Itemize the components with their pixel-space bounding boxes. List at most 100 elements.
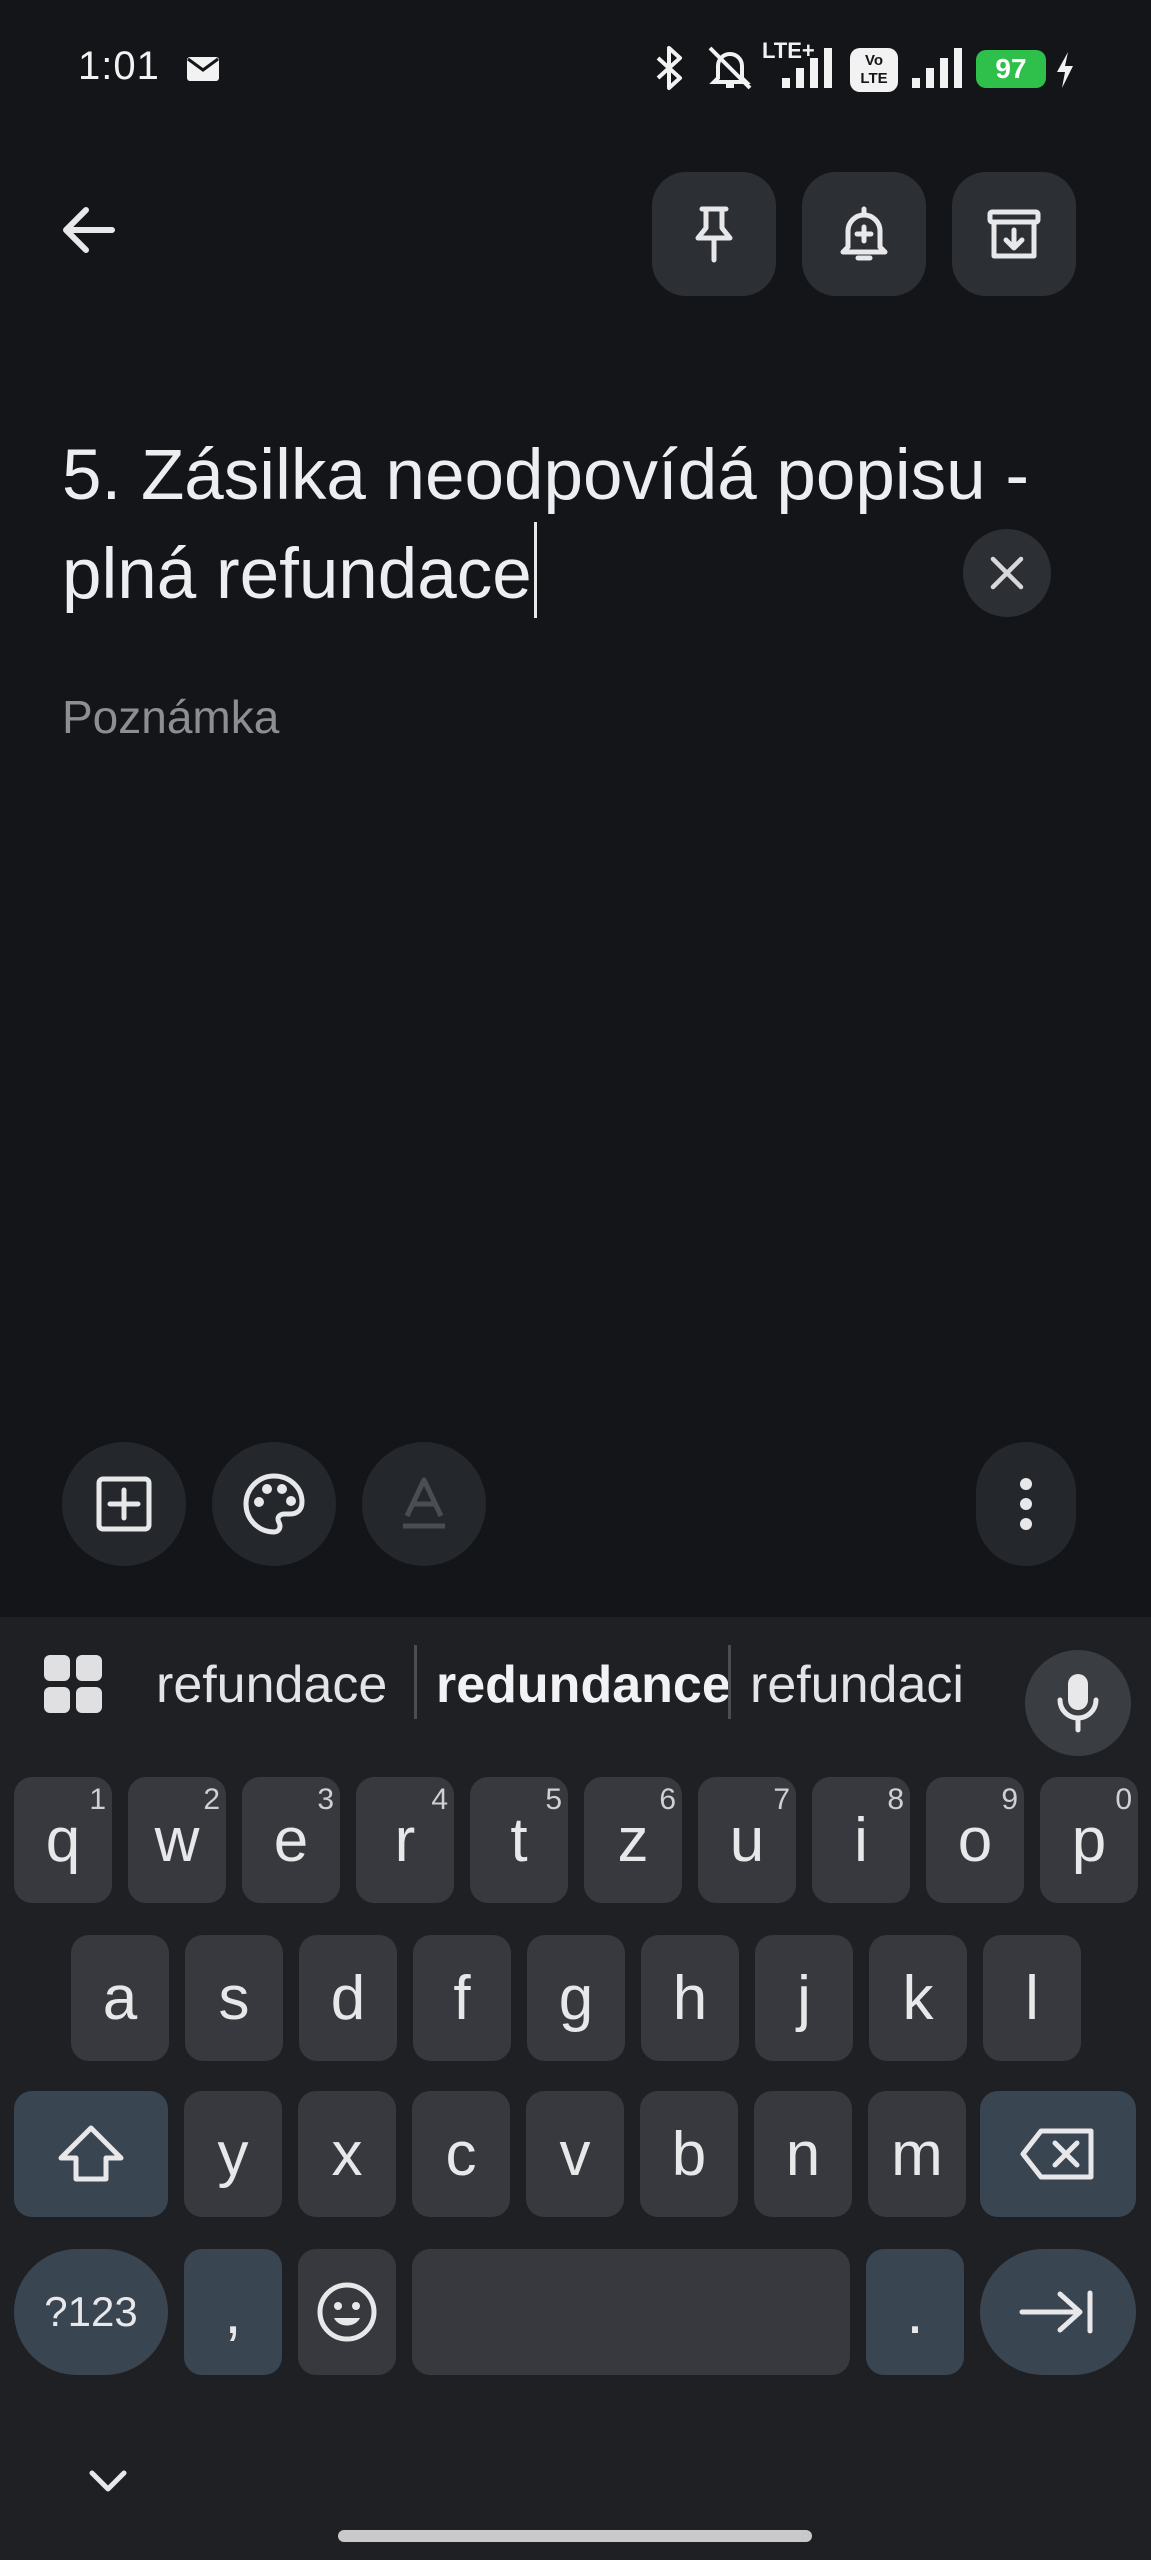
key-h[interactable]: h: [641, 1935, 739, 2061]
space-key[interactable]: [412, 2249, 850, 2375]
suggestion-divider: [728, 1645, 731, 1719]
suggestion-3[interactable]: refundaci: [750, 1655, 964, 1715]
key-number-hint: 9: [1001, 1783, 1018, 1816]
status-bar: 1:01 LTE+ Vo LTE 97: [0, 0, 1151, 140]
text-cursor: [533, 522, 537, 618]
key-k[interactable]: k: [869, 1935, 967, 2061]
key-v[interactable]: v: [526, 2091, 624, 2217]
key-o[interactable]: o9: [926, 1777, 1024, 1903]
key-number-hint: 1: [89, 1783, 106, 1816]
add-box-icon: [96, 1476, 152, 1532]
key-number-hint: 2: [203, 1783, 220, 1816]
key-j[interactable]: j: [755, 1935, 853, 2061]
more-options-button[interactable]: [976, 1442, 1076, 1566]
key-b[interactable]: b: [640, 2091, 738, 2217]
key-m[interactable]: m: [868, 2091, 966, 2217]
pin-icon: [695, 206, 733, 263]
key-label: p: [1071, 1805, 1107, 1875]
key-a[interactable]: a: [71, 1935, 169, 2061]
suggestion-bar: refundace redundance refundaci: [0, 1617, 1151, 1757]
close-icon: [990, 556, 1024, 590]
key-number-hint: 5: [545, 1783, 562, 1816]
key-g[interactable]: g: [527, 1935, 625, 2061]
suggestion-1[interactable]: refundace: [156, 1655, 387, 1715]
silent-icon: [708, 46, 752, 90]
reminder-icon: [840, 206, 888, 261]
key-label: i: [854, 1805, 868, 1875]
period-key[interactable]: .: [866, 2249, 964, 2375]
reminder-button[interactable]: [802, 172, 926, 296]
emoji-key[interactable]: [298, 2249, 396, 2375]
key-f[interactable]: f: [413, 1935, 511, 2061]
status-time: 1:01: [78, 44, 160, 88]
note-title-input[interactable]: 5. Zásilka neodpovídá popisu - plná refu…: [62, 430, 1102, 621]
text-format-button[interactable]: [362, 1442, 486, 1566]
key-label: z: [617, 1805, 649, 1875]
key-number-hint: 7: [773, 1783, 790, 1816]
key-r[interactable]: r4: [356, 1777, 454, 1903]
key-p[interactable]: p0: [1040, 1777, 1138, 1903]
home-indicator[interactable]: [338, 2530, 812, 2542]
key-c[interactable]: c: [412, 2091, 510, 2217]
suggestion-2[interactable]: redundance: [436, 1655, 731, 1715]
mic-icon: [1057, 1674, 1099, 1733]
color-button[interactable]: [212, 1442, 336, 1566]
key-w[interactable]: w2: [128, 1777, 226, 1903]
signal-icon: [782, 48, 832, 88]
signal-icon-2: [912, 48, 962, 88]
apps-grid-icon[interactable]: [42, 1653, 104, 1715]
more-vert-icon: [1020, 1478, 1032, 1530]
key-s[interactable]: s: [185, 1935, 283, 2061]
next-field-key[interactable]: [980, 2249, 1136, 2375]
voice-input-button[interactable]: [1025, 1650, 1131, 1756]
arrow-back-icon: [63, 207, 115, 253]
key-n[interactable]: n: [754, 2091, 852, 2217]
suggestion-divider: [414, 1645, 417, 1719]
clear-title-button[interactable]: [963, 529, 1051, 617]
key-l[interactable]: l: [983, 1935, 1081, 2061]
pin-button[interactable]: [652, 172, 776, 296]
note-body-input[interactable]: Poznámka: [62, 690, 279, 744]
key-t[interactable]: t5: [470, 1777, 568, 1903]
key-label: o: [957, 1805, 993, 1875]
archive-button[interactable]: [952, 172, 1076, 296]
comma-key[interactable]: ,: [184, 2249, 282, 2375]
key-label: q: [45, 1805, 81, 1875]
archive-icon: [987, 209, 1041, 259]
key-number-hint: 0: [1115, 1783, 1132, 1816]
key-number-hint: 6: [659, 1783, 676, 1816]
palette-icon: [243, 1473, 305, 1535]
hide-keyboard-chevron-icon[interactable]: [84, 2465, 132, 2495]
tab-next-icon: [1019, 2290, 1093, 2334]
keyboard: refundace redundance refundaci q1w2e3r4t…: [0, 1617, 1151, 2560]
backspace-key[interactable]: [980, 2091, 1136, 2217]
key-label: e: [273, 1805, 309, 1875]
key-label: t: [510, 1805, 528, 1875]
text-format-icon: [403, 1477, 445, 1529]
battery-icon: 97: [976, 50, 1046, 88]
key-number-hint: 4: [431, 1783, 448, 1816]
symbols-key[interactable]: ?123: [14, 2249, 168, 2375]
back-button[interactable]: [40, 182, 136, 278]
key-d[interactable]: d: [299, 1935, 397, 2061]
key-z[interactable]: z6: [584, 1777, 682, 1903]
key-u[interactable]: u7: [698, 1777, 796, 1903]
shift-icon: [58, 2125, 124, 2182]
gmail-icon: [187, 57, 219, 81]
backspace-icon: [1020, 2128, 1094, 2180]
key-e[interactable]: e3: [242, 1777, 340, 1903]
screen: 1:01 LTE+ Vo LTE 97 5. Zásilka neodpovíd…: [0, 0, 1151, 2560]
charging-icon: [1057, 52, 1073, 88]
emoji-icon: [317, 2282, 377, 2342]
shift-key[interactable]: [14, 2091, 168, 2217]
key-number-hint: 3: [317, 1783, 334, 1816]
key-label: r: [394, 1805, 416, 1875]
note-title-text: 5. Zásilka neodpovídá popisu - plná refu…: [62, 436, 1049, 614]
key-number-hint: 8: [887, 1783, 904, 1816]
key-i[interactable]: i8: [812, 1777, 910, 1903]
add-content-button[interactable]: [62, 1442, 186, 1566]
key-y[interactable]: y: [184, 2091, 282, 2217]
key-label: u: [729, 1805, 765, 1875]
key-x[interactable]: x: [298, 2091, 396, 2217]
key-q[interactable]: q1: [14, 1777, 112, 1903]
